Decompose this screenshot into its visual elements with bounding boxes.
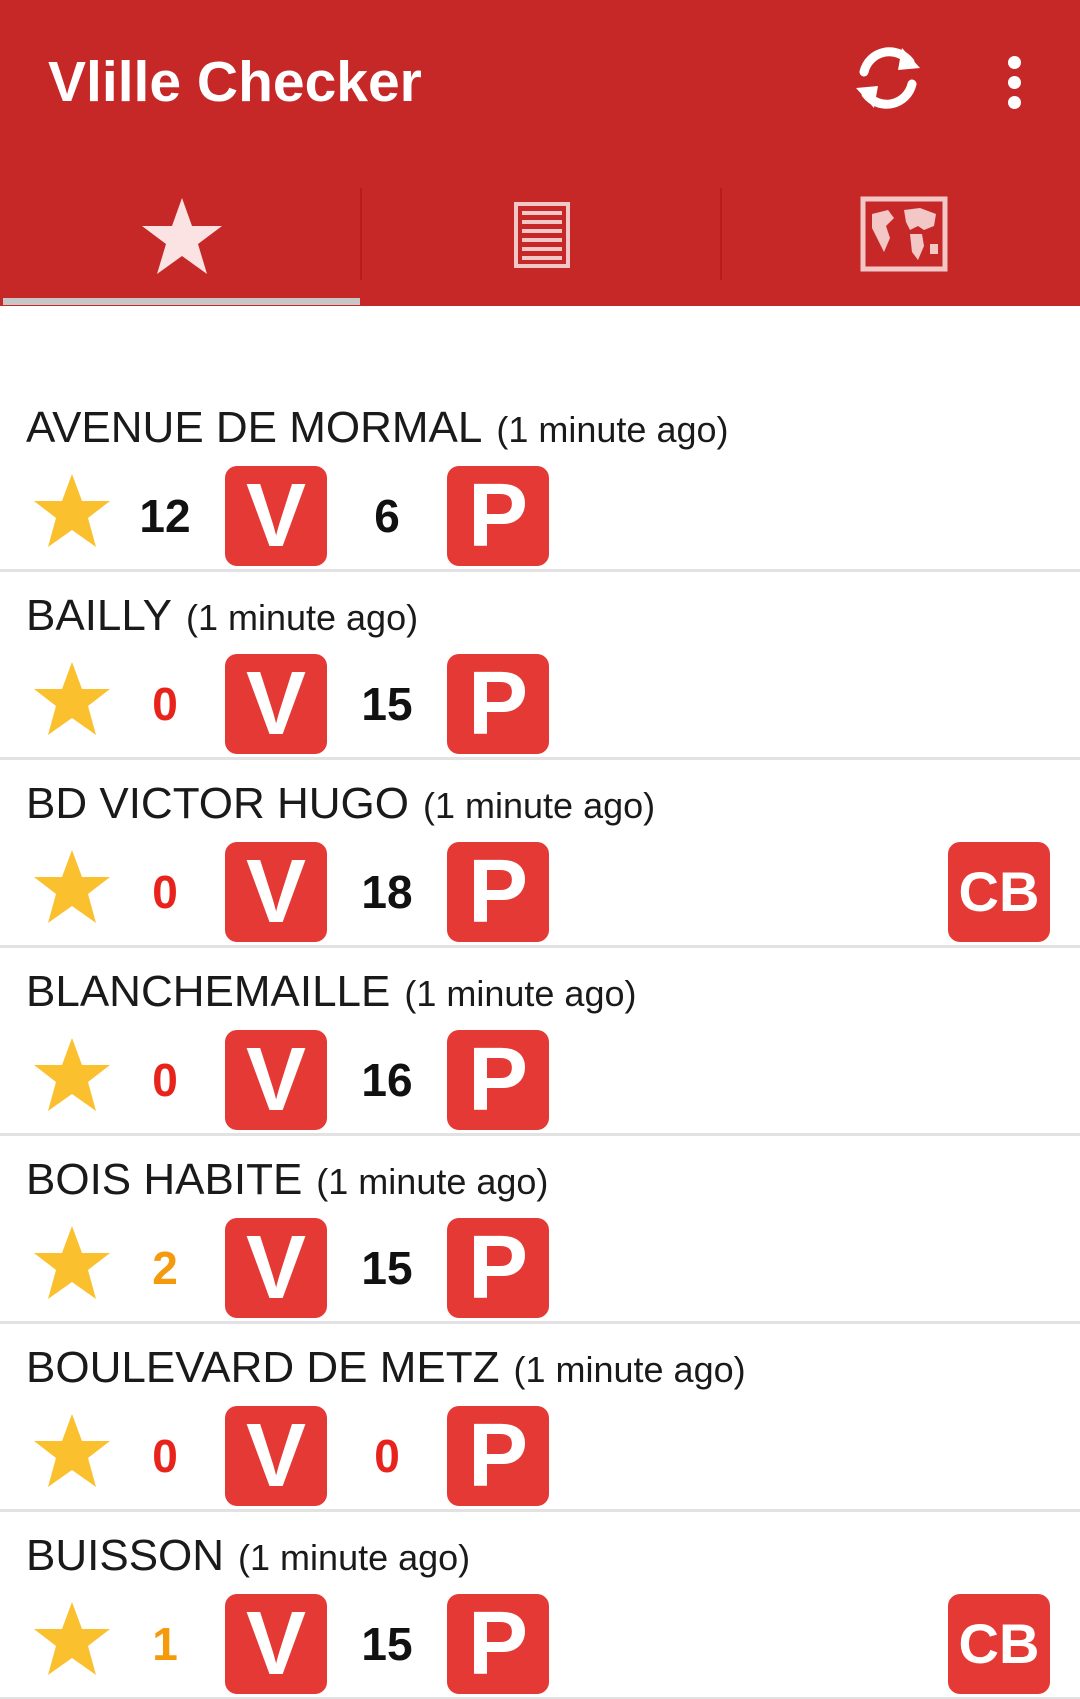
station-updated: (1 minute ago) bbox=[496, 409, 729, 450]
station-name: BLANCHEMAILLE (1 minute ago) bbox=[26, 962, 636, 1024]
favorite-star-icon[interactable] bbox=[32, 1224, 112, 1302]
bikes-count: 0 bbox=[152, 678, 178, 730]
tab-favorites[interactable] bbox=[0, 186, 360, 306]
parking-count: 15 bbox=[361, 678, 413, 730]
parking-badge: P bbox=[447, 466, 549, 566]
station-name-label: BUISSON bbox=[26, 1531, 225, 1580]
parking-badge: P bbox=[447, 654, 549, 754]
parking-count: 18 bbox=[361, 866, 413, 918]
station-row[interactable]: BOULEVARD DE METZ (1 minute ago) 0 V 0 P bbox=[0, 1326, 1080, 1512]
tab-bar bbox=[0, 186, 1080, 306]
station-updated: (1 minute ago) bbox=[513, 1349, 746, 1390]
card-payment-badge: CB bbox=[948, 1594, 1050, 1694]
parking-badge: P bbox=[447, 842, 549, 942]
app-title: Vlille Checker bbox=[48, 50, 422, 114]
tab-divider bbox=[360, 188, 362, 280]
station-updated: (1 minute ago) bbox=[238, 1537, 471, 1578]
list-icon bbox=[514, 202, 570, 268]
bikes-badge: V bbox=[225, 466, 327, 566]
favorite-star-icon[interactable] bbox=[32, 1600, 112, 1678]
parking-count: 15 bbox=[361, 1618, 413, 1670]
favorite-star-icon[interactable] bbox=[32, 1412, 112, 1490]
bikes-count: 0 bbox=[152, 1430, 178, 1482]
station-updated: (1 minute ago) bbox=[316, 1161, 549, 1202]
bikes-badge: V bbox=[225, 1594, 327, 1694]
station-name: AVENUE DE MORMAL (1 minute ago) bbox=[26, 398, 729, 460]
star-icon bbox=[142, 198, 222, 274]
map-icon bbox=[860, 196, 948, 272]
station-name-label: AVENUE DE MORMAL bbox=[26, 403, 483, 452]
station-name: BD VICTOR HUGO (1 minute ago) bbox=[26, 774, 655, 836]
station-name-label: BAILLY bbox=[26, 591, 172, 640]
tab-selected-indicator bbox=[3, 298, 360, 305]
station-name-label: BLANCHEMAILLE bbox=[26, 967, 391, 1016]
bikes-count: 1 bbox=[152, 1618, 178, 1670]
bikes-badge: V bbox=[225, 1406, 327, 1506]
tab-map[interactable] bbox=[720, 186, 1080, 306]
bikes-badge: V bbox=[225, 1030, 327, 1130]
parking-badge: P bbox=[447, 1594, 549, 1694]
station-name-label: BOIS HABITE bbox=[26, 1155, 303, 1204]
station-updated: (1 minute ago) bbox=[423, 785, 656, 826]
station-row[interactable]: AVENUE DE MORMAL (1 minute ago) 12 V 6 P bbox=[0, 386, 1080, 572]
tab-stations-list[interactable] bbox=[360, 186, 720, 306]
parking-count: 6 bbox=[374, 490, 400, 542]
favorite-star-icon[interactable] bbox=[32, 1036, 112, 1114]
station-updated: (1 minute ago) bbox=[404, 973, 637, 1014]
station-row[interactable]: BOIS HABITE (1 minute ago) 2 V 15 P bbox=[0, 1138, 1080, 1324]
station-name: BOIS HABITE (1 minute ago) bbox=[26, 1150, 548, 1212]
parking-count: 15 bbox=[361, 1242, 413, 1294]
bikes-badge: V bbox=[225, 654, 327, 754]
parking-count: 16 bbox=[361, 1054, 413, 1106]
app-bar: Vlille Checker bbox=[0, 0, 1080, 306]
station-row[interactable]: BLANCHEMAILLE (1 minute ago) 0 V 16 P bbox=[0, 950, 1080, 1136]
parking-badge: P bbox=[447, 1218, 549, 1318]
station-updated: (1 minute ago) bbox=[185, 597, 419, 638]
more-vert-icon[interactable] bbox=[995, 52, 1035, 112]
station-name: BUISSON (1 minute ago) bbox=[26, 1526, 470, 1588]
station-row[interactable]: BD VICTOR HUGO (1 minute ago) 0 V 18 P CB bbox=[0, 762, 1080, 948]
parking-count: 0 bbox=[374, 1430, 400, 1482]
station-name: BOULEVARD DE METZ (1 minute ago) bbox=[26, 1338, 746, 1400]
parking-badge: P bbox=[447, 1030, 549, 1130]
bikes-badge: V bbox=[225, 1218, 327, 1318]
parking-badge: P bbox=[447, 1406, 549, 1506]
bikes-count: 0 bbox=[152, 866, 178, 918]
favorite-star-icon[interactable] bbox=[32, 660, 112, 738]
bikes-count: 2 bbox=[152, 1242, 178, 1294]
card-payment-badge: CB bbox=[948, 842, 1050, 942]
refresh-icon[interactable] bbox=[850, 40, 926, 116]
bikes-badge: V bbox=[225, 842, 327, 942]
station-list[interactable]: 13V11PCBAVENUE DE MORMAL(1 minute ago)12… bbox=[0, 306, 1080, 1699]
station-name-label: BD VICTOR HUGO bbox=[26, 779, 410, 828]
bikes-count: 12 bbox=[139, 490, 191, 542]
station-row[interactable]: BUISSON (1 minute ago) 1 V 15 P CB bbox=[0, 1514, 1080, 1699]
favorite-star-icon[interactable] bbox=[32, 472, 112, 550]
station-name: BAILLY (1 minute ago) bbox=[26, 586, 418, 648]
favorite-star-icon[interactable] bbox=[32, 848, 112, 926]
bikes-count: 0 bbox=[152, 1054, 178, 1106]
station-row[interactable]: BAILLY (1 minute ago) 0 V 15 P bbox=[0, 574, 1080, 760]
station-name-label: BOULEVARD DE METZ bbox=[26, 1343, 500, 1392]
tab-divider bbox=[720, 188, 722, 280]
